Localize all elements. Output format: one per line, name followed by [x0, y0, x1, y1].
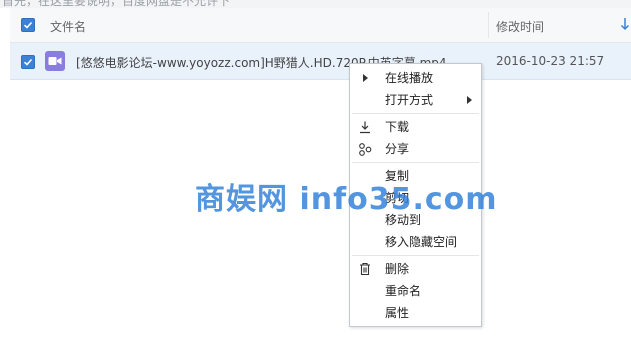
menu-separator [352, 255, 479, 256]
menu-item-label: 删除 [385, 262, 410, 276]
menu-item-properties[interactable]: 属性 [350, 303, 481, 323]
menu-item-label: 打开方式 [385, 93, 434, 107]
file-row-checkbox[interactable] [21, 55, 35, 69]
menu-item-move-to-hidden-space[interactable]: 移入隐藏空间 [350, 232, 481, 252]
top-hint-text: 首先，在这里要说明，百度网盘是不允许下 [2, 0, 231, 8]
menu-item-download[interactable]: 下载 [350, 117, 481, 137]
select-all-checkbox[interactable] [21, 18, 35, 32]
watermark: 商娱网 info35.com [195, 182, 498, 217]
menu-item-delete[interactable]: 删除 [350, 259, 481, 279]
menu-item-label: 分享 [385, 142, 410, 156]
check-icon [23, 58, 33, 66]
download-icon [360, 121, 370, 134]
column-header-name[interactable]: 文件名 [50, 18, 86, 35]
share-icon [359, 143, 372, 156]
file-row[interactable]: [悠悠电影论坛-www.yoyozz.com]H野猎人.HD.720P.中英字幕… [10, 43, 631, 80]
menu-item-share[interactable]: 分享 [350, 139, 481, 159]
file-modified-time: 2016-10-23 21:57 [496, 54, 605, 68]
menu-item-rename[interactable]: 重命名 [350, 281, 481, 301]
menu-item-play-online[interactable]: 在线播放 [350, 68, 481, 88]
menu-separator [352, 113, 479, 114]
menu-item-open-with[interactable]: 打开方式 [350, 90, 481, 110]
play-icon [363, 74, 368, 82]
menu-item-label: 重命名 [385, 284, 422, 298]
top-hint-strip: 首先，在这里要说明，百度网盘是不允许下 [0, 0, 631, 8]
menu-item-label: 下载 [385, 120, 410, 134]
submenu-arrow-icon [467, 96, 472, 104]
video-file-icon [45, 51, 65, 71]
menu-separator [352, 162, 479, 163]
file-list-header: 文件名 修改时间 [10, 8, 631, 43]
menu-item-label: 属性 [385, 306, 410, 320]
menu-item-label: 移入隐藏空间 [385, 235, 458, 249]
trash-icon [360, 262, 370, 276]
check-icon [23, 21, 33, 29]
menu-item-label: 在线播放 [385, 71, 434, 85]
column-divider[interactable] [488, 12, 489, 38]
sort-desc-icon[interactable] [620, 16, 630, 32]
column-header-modified[interactable]: 修改时间 [496, 18, 544, 35]
